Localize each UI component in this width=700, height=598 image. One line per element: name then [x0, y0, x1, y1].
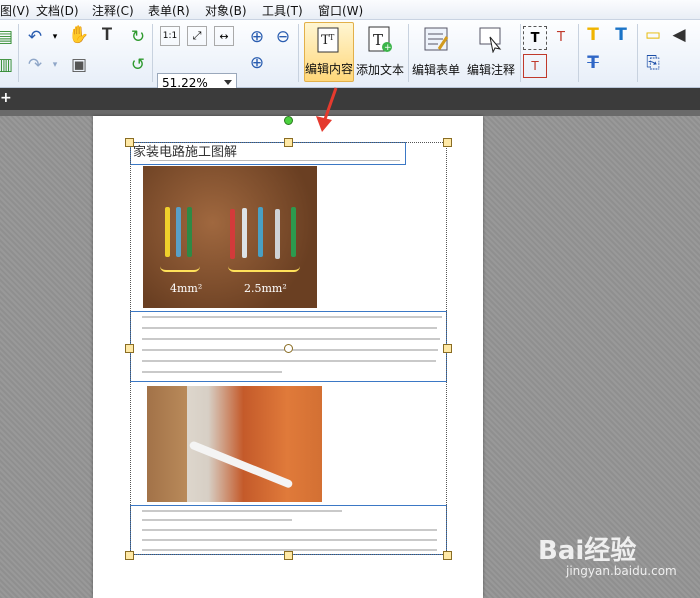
- textfield-icon[interactable]: T: [523, 54, 547, 78]
- edit-form-button[interactable]: 编辑表单: [410, 22, 462, 82]
- note-icon[interactable]: ▭: [642, 24, 664, 46]
- baidu-watermark: Bai经验 jingyan.baidu.com: [538, 530, 698, 590]
- zoom-in-icon[interactable]: ⊕: [246, 26, 268, 48]
- hand-tool-icon[interactable]: ✋: [68, 24, 90, 46]
- resize-handle-top-right[interactable]: [443, 138, 452, 147]
- typewriter-icon[interactable]: T: [582, 24, 604, 46]
- move-handle[interactable]: [284, 344, 293, 353]
- chevron-down-icon[interactable]: [224, 80, 232, 85]
- actual-size-icon[interactable]: 1:1: [160, 26, 180, 46]
- resize-handle-top-left[interactable]: [125, 138, 134, 147]
- separator: [18, 24, 19, 82]
- svg-text:+: +: [384, 43, 392, 53]
- redo-dropdown-icon[interactable]: ▾: [44, 54, 66, 76]
- fit-page-icon[interactable]: ⤢: [187, 26, 207, 46]
- edit-content-button[interactable]: TT 编辑内容: [304, 22, 354, 82]
- edit-form-icon: [423, 25, 449, 53]
- strikeout-icon[interactable]: T: [582, 52, 604, 74]
- new-tab-icon[interactable]: +: [0, 90, 12, 106]
- menu-window[interactable]: 窗口(W): [318, 2, 363, 19]
- add-text-button[interactable]: T + 添加文本: [355, 22, 405, 82]
- resize-handle-left[interactable]: [125, 344, 134, 353]
- zoom-tool-icon[interactable]: ⊕: [246, 52, 268, 74]
- redo-icon[interactable]: ↷: [24, 54, 46, 76]
- rotate-right-icon[interactable]: ↻: [127, 26, 149, 48]
- separator: [520, 24, 521, 82]
- resize-handle-right[interactable]: [443, 344, 452, 353]
- svg-text:T: T: [329, 33, 335, 42]
- document-tab-strip: +: [0, 88, 700, 110]
- menu-tools[interactable]: 工具(T): [262, 2, 303, 19]
- menu-object[interactable]: 对象(B): [205, 2, 247, 19]
- watermark-brand: Bai经验: [538, 536, 637, 566]
- menu-view[interactable]: 图(V): [0, 2, 30, 19]
- separator: [152, 24, 153, 82]
- resize-handle-bottom-left[interactable]: [125, 551, 134, 560]
- resize-handle-bottom[interactable]: [284, 551, 293, 560]
- text-box-icon[interactable]: T: [523, 26, 547, 50]
- edit-annotation-label: 编辑注释: [466, 63, 515, 77]
- toolbar: ▤ ▥ ↶ ▾ ↷ ▾ ✋ ▣ 𝐓 ↻ ↺ 1:1 ⤢ ↔ 51.22% ⊕ ⊖…: [0, 20, 700, 93]
- separator: [298, 24, 299, 82]
- menu-document[interactable]: 文档(D): [36, 2, 79, 19]
- red-arrow-icon: [316, 87, 338, 132]
- edit-content-label: 编辑内容: [305, 62, 354, 76]
- edit-form-label: 编辑表单: [411, 63, 460, 77]
- menu-annotate[interactable]: 注释(C): [92, 2, 134, 19]
- edit-annotation-icon: [478, 25, 504, 54]
- zoom-out-icon[interactable]: ⊖: [272, 26, 294, 48]
- page-icon[interactable]: ▥: [0, 54, 16, 76]
- add-text-label: 添加文本: [355, 63, 404, 77]
- sound-icon[interactable]: ◀: [668, 24, 690, 46]
- resize-handle-bottom-right[interactable]: [443, 551, 452, 560]
- undo-dropdown-icon[interactable]: ▾: [44, 26, 66, 48]
- attach-file-icon[interactable]: ⎘: [642, 52, 664, 74]
- select-text-icon[interactable]: 𝐓: [96, 24, 118, 46]
- snapshot-icon[interactable]: ▣: [68, 54, 90, 76]
- save-icon[interactable]: ▤: [0, 26, 16, 48]
- menu-bar: 图(V) 文档(D) 注释(C) 表单(R) 对象(B) 工具(T) 窗口(W): [0, 0, 700, 20]
- watermark-url: jingyan.baidu.com: [566, 564, 677, 578]
- svg-text:T: T: [373, 31, 383, 49]
- edit-annotation-button[interactable]: 编辑注释: [464, 22, 518, 82]
- edit-content-icon: TT: [316, 26, 342, 54]
- callout-icon[interactable]: T: [550, 26, 572, 48]
- highlight-text-icon[interactable]: T: [610, 24, 632, 46]
- add-text-icon: T +: [367, 25, 393, 53]
- separator: [637, 24, 638, 82]
- separator: [408, 24, 409, 82]
- rotate-left-icon[interactable]: ↺: [127, 54, 149, 76]
- undo-icon[interactable]: ↶: [24, 26, 46, 48]
- menu-form[interactable]: 表单(R): [148, 2, 190, 19]
- rotate-handle[interactable]: [284, 116, 293, 125]
- fit-width-icon[interactable]: ↔: [214, 26, 234, 46]
- separator: [578, 24, 579, 82]
- resize-handle-top[interactable]: [284, 138, 293, 147]
